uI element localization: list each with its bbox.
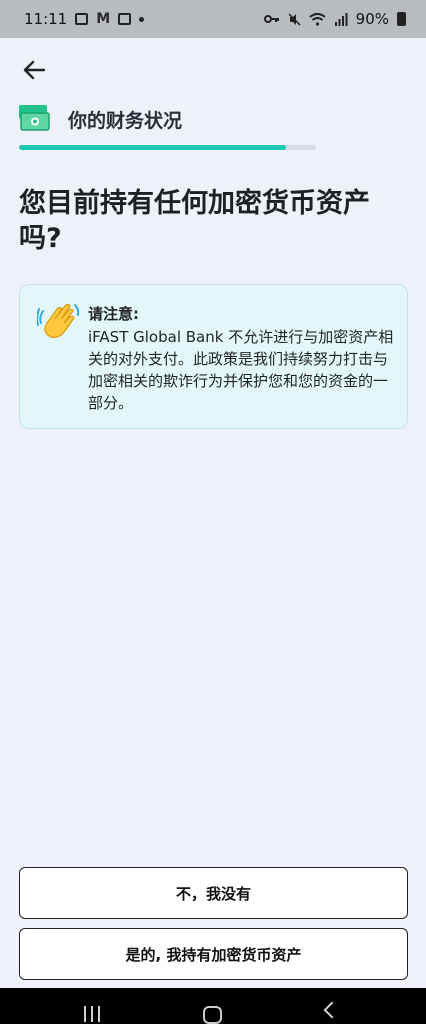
back-icon[interactable] xyxy=(323,1001,341,1019)
key-icon xyxy=(263,15,279,23)
back-button[interactable] xyxy=(16,54,52,86)
notice-card: 请注意: iFAST Global Bank 不允许进行与加密资产相关的对外支付… xyxy=(19,284,408,429)
navigation-bar xyxy=(0,988,426,1024)
section-title: 你的财务状况 xyxy=(68,110,183,132)
no-crypto-button[interactable]: 不，我没有 xyxy=(19,867,408,919)
signal-icon xyxy=(334,12,348,26)
gmail-icon: M xyxy=(96,11,111,27)
arrow-left-icon xyxy=(23,60,45,80)
battery-percent: 90% xyxy=(355,10,389,28)
status-bar: 11:11 M 90% xyxy=(0,0,426,38)
notice-heading: 请注意: xyxy=(88,305,139,323)
battery-icon xyxy=(397,12,406,26)
waving-hand-icon xyxy=(37,303,80,338)
page-title: 您目前持有任何加密货币资产吗? xyxy=(19,188,370,254)
dot-icon xyxy=(139,16,145,22)
yes-crypto-button[interactable]: 是的, 我持有加密货币资产 xyxy=(19,928,408,980)
status-time: 11:11 xyxy=(24,10,68,28)
home-icon[interactable] xyxy=(203,1006,222,1024)
wifi-icon xyxy=(309,12,326,26)
status-bar-left: 11:11 M xyxy=(24,10,145,28)
check-icon xyxy=(118,13,132,25)
recents-icon[interactable] xyxy=(84,1006,104,1022)
status-bar-right: 90% xyxy=(263,10,406,28)
notice-body: iFAST Global Bank 不允许进行与加密资产相关的对外支付。此政策是… xyxy=(88,328,394,412)
progress-fill xyxy=(19,145,287,150)
gallery-icon xyxy=(75,13,89,25)
money-icon xyxy=(19,105,50,131)
mute-icon xyxy=(288,12,301,26)
progress-bar xyxy=(19,145,316,150)
